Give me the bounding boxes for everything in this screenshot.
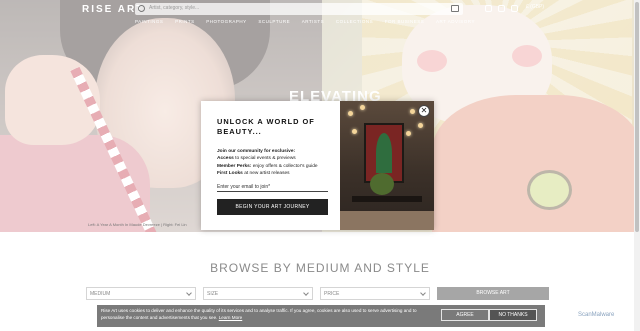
light-bulb — [418, 123, 423, 128]
signup-modal: UNLOCK A WORLD OF BEAUTY... Join our com… — [201, 101, 434, 230]
nav-item-photography[interactable]: PHOTOGRAPHY — [206, 19, 246, 24]
interior-photo — [340, 101, 434, 230]
begin-journey-button[interactable]: BEGIN YOUR ART JOURNEY — [217, 199, 328, 215]
nav-item-paintings[interactable]: PAINTINGS — [135, 19, 163, 24]
search-placeholder: Artist, category, style... — [149, 5, 200, 11]
perk-access-text: to special events & previews — [235, 156, 296, 162]
user-icon[interactable] — [485, 5, 492, 12]
nav-item-art-advisory[interactable]: ART ADVISORY — [436, 19, 475, 24]
site-header: RISE ART Artist, category, style... £ (G… — [0, 0, 640, 30]
cookie-banner: Rise Art uses cookies to deliver and enh… — [97, 305, 545, 327]
chevron-down-icon — [186, 290, 192, 296]
main-nav: PAINTINGS PRINTS PHOTOGRAPHY SCULPTURE A… — [135, 19, 475, 24]
size-select-label: SIZE — [207, 291, 219, 297]
perk-access-label: Access — [217, 156, 234, 162]
nav-item-prints[interactable]: PRINTS — [175, 19, 195, 24]
close-icon[interactable]: ✕ — [418, 105, 430, 117]
perk-member-label: Member Perks: — [217, 163, 252, 169]
nav-item-collections[interactable]: COLLECTIONS — [336, 19, 373, 24]
light-bulb — [348, 111, 353, 116]
medium-select[interactable]: MEDIUM — [86, 287, 196, 300]
agree-button[interactable]: AGREE — [441, 309, 489, 321]
medium-select-label: MEDIUM — [90, 291, 111, 297]
light-bulb — [406, 131, 411, 136]
chevron-down-icon — [303, 290, 309, 296]
perk-first-looks-text: at new artist releases — [244, 171, 290, 177]
price-select[interactable]: PRICE — [320, 287, 430, 300]
cart-icon[interactable] — [511, 5, 518, 12]
plant — [370, 173, 394, 195]
perk-member-text: enjoy offers & collector's guide — [252, 163, 318, 169]
modal-body: Join our community for exclusive: Access… — [217, 148, 335, 178]
modal-title: UNLOCK A WORLD OF BEAUTY... — [217, 117, 315, 136]
chevron-down-icon — [420, 290, 426, 296]
cookie-text: Rise Art uses cookies to deliver and enh… — [101, 308, 439, 321]
currency-selector[interactable]: £ (GBP) — [526, 4, 544, 10]
nav-item-for-business[interactable]: FOR BUSINESS — [385, 19, 425, 24]
light-bulb — [410, 109, 415, 114]
page-scrollbar[interactable] — [634, 0, 640, 331]
heart-icon[interactable] — [498, 5, 505, 12]
learn-more-link[interactable]: Learn More — [219, 315, 243, 320]
email-field[interactable]: Enter your email to join* — [217, 182, 328, 192]
modal-content: UNLOCK A WORLD OF BEAUTY... Join our com… — [217, 117, 335, 178]
light-bulb — [352, 129, 357, 134]
size-select[interactable]: SIZE — [203, 287, 313, 300]
search-input[interactable]: Artist, category, style... — [135, 3, 463, 15]
hero-credit: Left: A Year A Month In Maude Devreeze |… — [88, 222, 187, 227]
price-select-label: PRICE — [324, 291, 340, 297]
dining-table — [352, 196, 422, 202]
cookie-message: Rise Art uses cookies to deliver and enh… — [101, 308, 417, 320]
nav-item-artists[interactable]: ARTISTS — [302, 19, 324, 24]
light-bulb — [360, 105, 365, 110]
watermark-logo: ScanMalware — [578, 312, 615, 318]
no-thanks-button[interactable]: NO THANKS — [489, 309, 537, 321]
modal-intro: Join our community for exclusive: — [217, 149, 296, 154]
search-icon — [138, 5, 145, 12]
scrollbar-thumb[interactable] — [635, 2, 639, 232]
browse-art-button[interactable]: BROWSE ART — [437, 287, 549, 300]
perk-first-looks-label: First Looks — [217, 171, 243, 177]
nav-item-sculpture[interactable]: SCULPTURE — [258, 19, 290, 24]
floor — [340, 211, 434, 230]
camera-icon[interactable] — [451, 5, 459, 12]
browse-title: BROWSE BY MEDIUM AND STYLE — [210, 261, 430, 275]
